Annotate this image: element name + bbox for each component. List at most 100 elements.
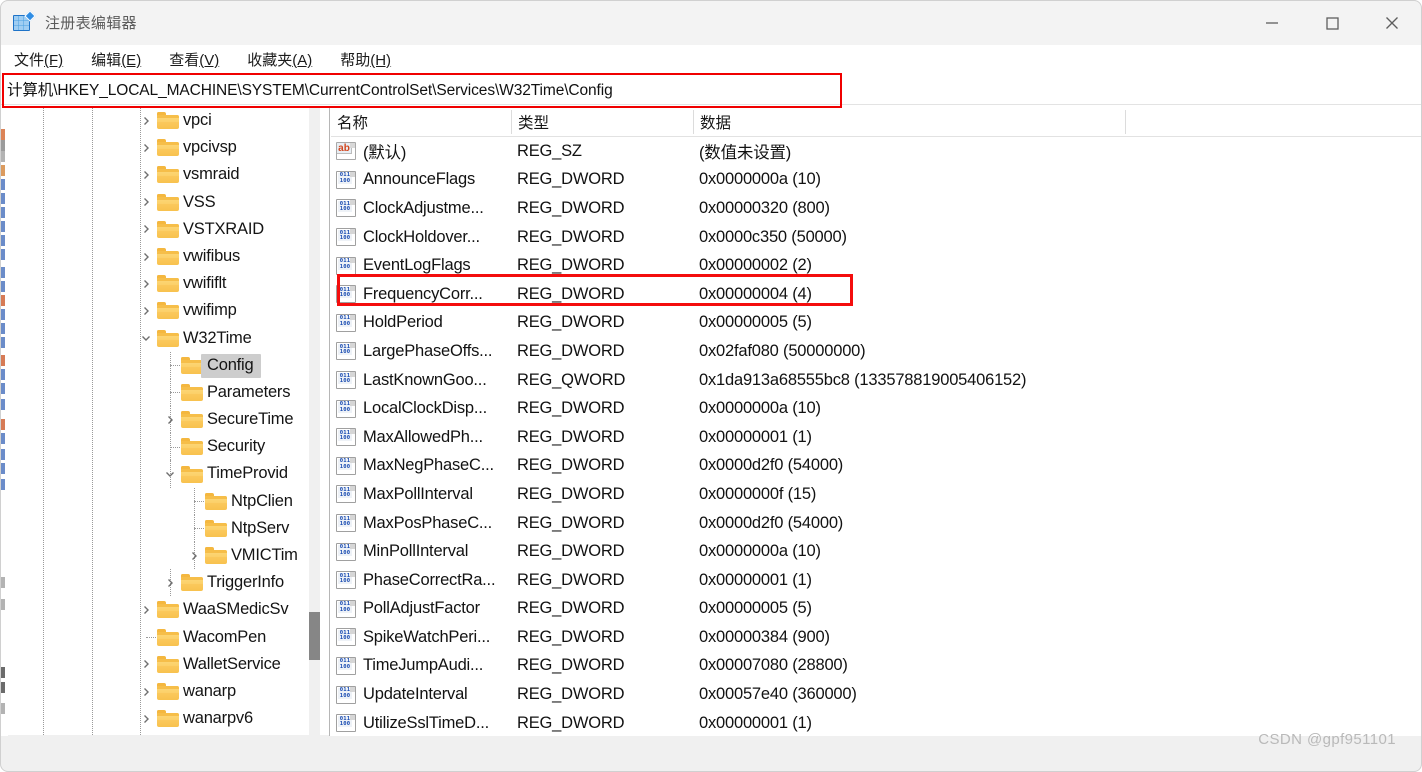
values-list[interactable]: ab (默认) REG_SZ (数值未设置) 011 100 AnnounceFlags RE… [331, 137, 1422, 737]
value-type: REG_DWORD [517, 399, 625, 418]
value-name: UpdateInterval [363, 685, 468, 704]
chevron-right-icon[interactable] [138, 249, 154, 265]
chevron-down-icon[interactable] [162, 466, 178, 482]
chevron-right-icon[interactable] [138, 167, 154, 183]
chevron-right-icon[interactable] [138, 221, 154, 237]
chevron-right-icon[interactable] [138, 303, 154, 319]
value-name: LastKnownGoo... [363, 370, 487, 389]
tree-node-vsmraid[interactable]: vsmraid [0, 161, 310, 188]
folder-icon [181, 574, 203, 592]
table-row[interactable]: 011 100 MaxPollInterval REG_DWORD 0x0000000f… [331, 480, 1422, 509]
menu-item-1[interactable]: 文件(F) [12, 48, 65, 71]
tree-node-config[interactable]: Config [0, 351, 310, 379]
tree-node-wanarpv6[interactable]: wanarpv6 [0, 705, 310, 732]
chevron-right-icon[interactable] [138, 276, 154, 292]
tree-node-waasmedicsv[interactable]: WaaSMedicSv [0, 596, 310, 623]
tree-node-vmictim[interactable]: VMICTim [0, 542, 310, 570]
chevron-right-icon[interactable] [138, 602, 154, 618]
chevron-right-icon[interactable] [138, 684, 154, 700]
folder-icon [157, 655, 179, 673]
table-row[interactable]: 011 100 PhaseCorrectRa... REG_DWORD 0x000000… [331, 566, 1422, 595]
chevron-right-icon[interactable] [138, 194, 154, 210]
chevron-right-icon[interactable] [186, 548, 202, 564]
table-row[interactable]: 011 100 HoldPeriod REG_DWORD 0x00000005 (5) [331, 309, 1422, 338]
address-bar[interactable]: 计算机\HKEY_LOCAL_MACHINE\SYSTEM\CurrentCon… [1, 74, 1422, 105]
chevron-right-icon[interactable] [138, 711, 154, 727]
close-icon[interactable] [1362, 0, 1422, 45]
tree-node-wanarp[interactable]: wanarp [0, 678, 310, 705]
column-header-type[interactable]: 类型 [512, 107, 549, 137]
table-row[interactable]: 011 100 SpikeWatchPeri... REG_DWORD 0x000003… [331, 623, 1422, 652]
binary-value-icon: 011 100 [336, 399, 356, 418]
chevron-right-icon[interactable] [162, 412, 178, 428]
value-data: 0x1da913a68555bc8 (133578819005406152) [699, 370, 1027, 389]
value-type: REG_DWORD [517, 713, 625, 732]
table-row[interactable]: 011 100 UpdateInterval REG_DWORD 0x00057e40 … [331, 680, 1422, 709]
tree-node-vpci[interactable]: vpci [0, 107, 310, 134]
tree-node-ntpserv[interactable]: NtpServ [0, 514, 310, 542]
tree-node-label: Parameters [207, 382, 291, 401]
chevron-right-icon[interactable] [138, 113, 154, 129]
table-row[interactable]: 011 100 MaxPosPhaseC... REG_DWORD 0x0000d2f0… [331, 509, 1422, 538]
value-type: REG_DWORD [517, 656, 625, 675]
column-divider-3[interactable] [1125, 110, 1126, 134]
folder-icon [157, 275, 179, 293]
registry-tree[interactable]: vpci vpcivsp vsmraid VSS VSTXRAID vwifibus vwi… [0, 107, 310, 735]
tree-node-label: WalletService [183, 654, 281, 673]
table-row[interactable]: 011 100 EventLogFlags REG_DWORD 0x00000002 (… [331, 251, 1422, 280]
column-header-name[interactable]: 名称 [331, 107, 368, 137]
tree-node-triggerinfo[interactable]: TriggerInfo [0, 569, 310, 597]
table-row[interactable]: 011 100 MaxAllowedPh... REG_DWORD 0x00000001… [331, 423, 1422, 452]
tree-vertical-scrollbar[interactable] [309, 107, 320, 735]
table-row[interactable]: 011 100 LocalClockDisp... REG_DWORD 0x000000… [331, 394, 1422, 423]
tree-node-w32time[interactable]: W32Time [0, 325, 310, 352]
tree-node-walletservice[interactable]: WalletService [0, 651, 310, 678]
value-data: 0x00000001 (1) [699, 570, 812, 589]
tree-node-timeprovid[interactable]: TimeProvid [0, 460, 310, 488]
table-row[interactable]: 011 100 LargePhaseOffs... REG_DWORD 0x02faf0… [331, 337, 1422, 366]
tree-vertical-scrollbar-thumb[interactable] [309, 612, 320, 660]
minimize-icon[interactable] [1242, 0, 1302, 45]
value-type: REG_DWORD [517, 685, 625, 704]
table-row[interactable]: 011 100 ClockAdjustme... REG_DWORD 0x0000032… [331, 194, 1422, 223]
tree-node-vss[interactable]: VSS [0, 189, 310, 216]
menu-item-3[interactable]: 查看(V) [167, 48, 221, 71]
value-type: REG_DWORD [517, 313, 625, 332]
table-row[interactable]: 011 100 MinPollInterval REG_DWORD 0x0000000a… [331, 537, 1422, 566]
table-row[interactable]: 011 100 PollAdjustFactor REG_DWORD 0x0000000… [331, 595, 1422, 624]
table-row[interactable]: 011 100 LastKnownGoo... REG_QWORD 0x1da913a6… [331, 366, 1422, 395]
tree-node-wacompen[interactable]: WacomPen [0, 624, 310, 651]
chevron-down-icon[interactable] [138, 330, 154, 346]
tree-node-securetime[interactable]: SecureTime [0, 406, 310, 434]
table-row[interactable]: ab (默认) REG_SZ (数值未设置) [331, 137, 1422, 166]
chevron-right-icon[interactable] [138, 140, 154, 156]
value-name: PollAdjustFactor [363, 599, 480, 618]
column-header-data[interactable]: 数据 [694, 107, 731, 137]
tree-node-vwifibus[interactable]: vwifibus [0, 243, 310, 270]
table-row[interactable]: 011 100 FrequencyCorr... REG_DWORD 0x0000000… [331, 280, 1422, 309]
menu-item-2[interactable]: 编辑(E) [89, 48, 143, 71]
tree-node-vstxraid[interactable]: VSTXRAID [0, 216, 310, 243]
tree-node-parameters[interactable]: Parameters [0, 378, 310, 407]
tree-node-vpcivsp[interactable]: vpcivsp [0, 134, 310, 161]
tree-node-vwifimp[interactable]: vwifimp [0, 297, 310, 324]
menu-item-4[interactable]: 收藏夹(A) [245, 48, 314, 71]
tree-node-security[interactable]: Security [0, 433, 310, 461]
tree-node-ntpclien[interactable]: NtpClien [0, 487, 310, 515]
tree-node-vwififlt[interactable]: vwififlt [0, 270, 310, 297]
binary-value-icon: 011 100 [336, 371, 356, 390]
table-row[interactable]: 011 100 ClockHoldover... REG_DWORD 0x0000c35… [331, 223, 1422, 252]
tree-node-label: wanarp [183, 681, 236, 700]
chevron-right-icon[interactable] [162, 575, 178, 591]
table-row[interactable]: 011 100 TimeJumpAudi... REG_DWORD 0x00007080… [331, 652, 1422, 681]
binary-value-icon: 011 100 [336, 285, 356, 304]
folder-icon [157, 601, 179, 619]
table-row[interactable]: 011 100 MaxNegPhaseC... REG_DWORD 0x0000d2f0… [331, 452, 1422, 481]
menu-item-5[interactable]: 帮助(H) [338, 48, 393, 71]
value-data: 0x00057e40 (360000) [699, 685, 857, 704]
maximize-icon[interactable] [1302, 0, 1362, 45]
chevron-right-icon[interactable] [138, 656, 154, 672]
table-row[interactable]: 011 100 AnnounceFlags REG_DWORD 0x0000000a (… [331, 166, 1422, 195]
address-path-text: 计算机\HKEY_LOCAL_MACHINE\SYSTEM\CurrentCon… [7, 82, 613, 99]
value-type: REG_DWORD [517, 484, 625, 503]
